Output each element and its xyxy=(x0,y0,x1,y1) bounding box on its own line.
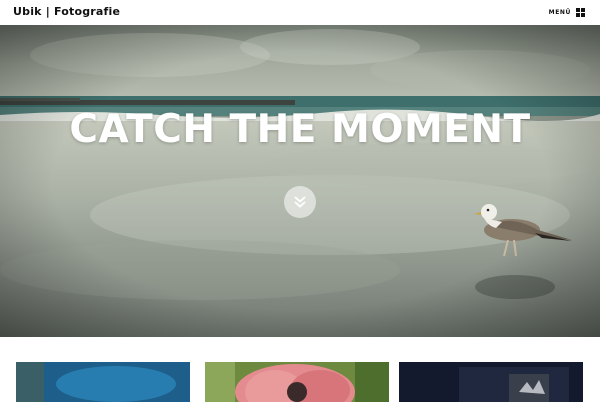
gallery-section xyxy=(0,337,600,402)
double-chevron-down-icon xyxy=(294,196,306,208)
scroll-down-button[interactable] xyxy=(284,186,316,218)
site-title-link[interactable]: Ubik | Fotografie xyxy=(13,5,120,18)
hero-section: CATCH THE MOMENT xyxy=(0,25,600,337)
menu-button[interactable]: MENÜ xyxy=(549,6,585,19)
gallery-photo-blue[interactable] xyxy=(16,362,190,402)
site-header: Ubik | Fotografie MENÜ xyxy=(0,0,600,25)
gallery-photo-dark[interactable] xyxy=(399,362,583,402)
gallery-photo-poppy[interactable] xyxy=(205,362,389,402)
hero-beach-photo xyxy=(0,25,600,337)
hero-title: CATCH THE MOMENT xyxy=(69,107,531,152)
grid-icon xyxy=(576,8,585,17)
menu-label: MENÜ xyxy=(548,9,571,16)
